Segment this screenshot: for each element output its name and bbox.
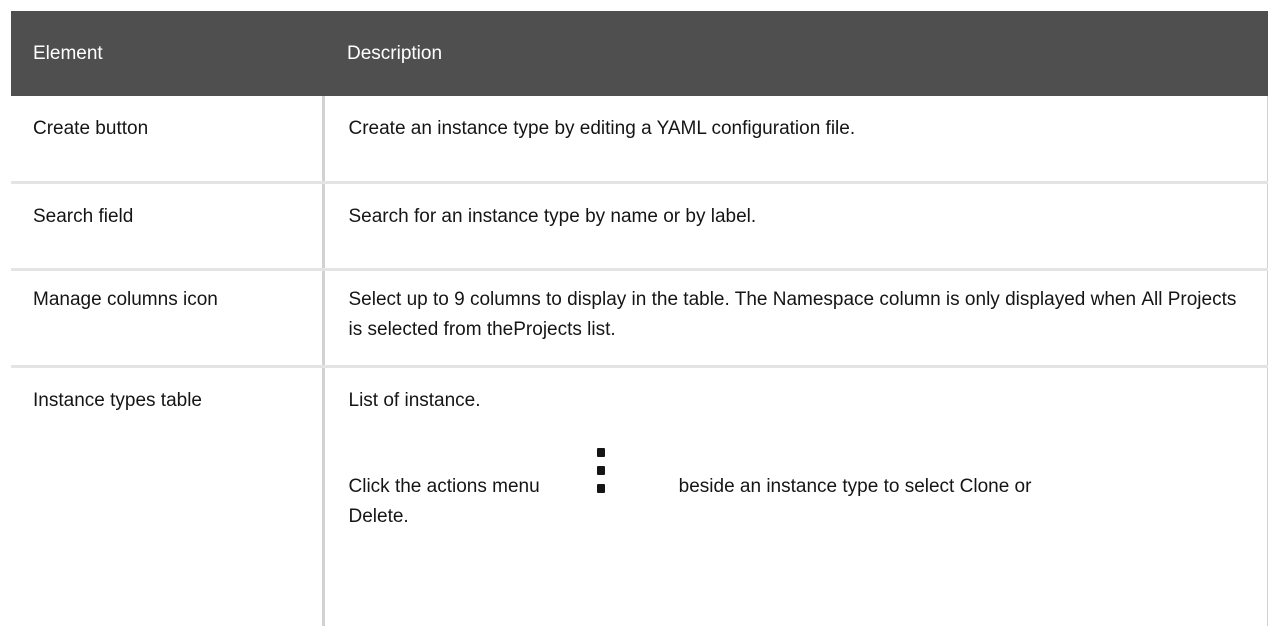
description-text: Select up to 9 columns to display in the… bbox=[348, 289, 773, 310]
element-name-suffix: icon bbox=[177, 289, 218, 310]
description-text: Click the actions menu bbox=[348, 476, 540, 497]
element-name: Instance types table bbox=[33, 390, 202, 411]
element-name-suffix: button bbox=[90, 118, 149, 139]
description-text: column is only displayed when bbox=[874, 289, 1142, 310]
description-text: or bbox=[1009, 476, 1032, 497]
description-cell: Search for an instance type by name or b… bbox=[323, 182, 1268, 271]
element-cell: Instance types table bbox=[11, 366, 325, 626]
namespace-term: Namespace bbox=[772, 289, 875, 310]
element-cell: Manage columns icon bbox=[11, 269, 325, 368]
table-row: Instance types table List of instance. C… bbox=[11, 366, 1268, 626]
column-header-element: Element bbox=[11, 11, 323, 96]
instance-types-reference-table: Element Description Create button Create… bbox=[11, 11, 1268, 628]
all-projects-term: All Projects bbox=[1141, 289, 1237, 310]
description-text: beside an instance type to select bbox=[678, 476, 960, 497]
description-text: Search for an instance type by name or b… bbox=[348, 206, 757, 227]
element-name-bold: Manage columns bbox=[33, 289, 178, 310]
table-row: Create button Create an instance type by… bbox=[11, 96, 1268, 184]
element-name: Search field bbox=[33, 206, 134, 227]
description-cell: Create an instance type by editing a YAM… bbox=[323, 96, 1268, 184]
description-cell: Select up to 9 columns to display in the… bbox=[323, 269, 1268, 368]
element-name-bold: Create bbox=[33, 118, 91, 139]
table-body: Create button Create an instance type by… bbox=[11, 96, 1268, 626]
table-header: Element Description bbox=[11, 11, 1268, 96]
column-header-description: Description bbox=[323, 11, 1268, 96]
description-text: list. bbox=[581, 319, 616, 340]
description-text: . bbox=[403, 506, 409, 527]
description-cell: List of instance. Click the actions menu… bbox=[323, 366, 1268, 626]
table-row: Search field Search for an instance type… bbox=[11, 182, 1268, 271]
description-text: Create an instance type by editing a YAM… bbox=[348, 118, 856, 139]
description-paragraph: List of instance. bbox=[348, 390, 481, 411]
element-cell: Create button bbox=[11, 96, 325, 184]
description-paragraph: Click the actions menu beside an instance… bbox=[348, 448, 1243, 532]
kebab-icon bbox=[593, 448, 609, 498]
reference-table: Element Description Create button Create… bbox=[11, 11, 1268, 626]
delete-term: Delete bbox=[348, 506, 404, 527]
header-row: Element Description bbox=[11, 11, 1268, 96]
clone-term: Clone bbox=[959, 476, 1010, 497]
projects-term: Projects bbox=[513, 319, 582, 340]
description-text: is selected from the bbox=[348, 319, 514, 340]
element-cell: Search field bbox=[11, 182, 325, 271]
table-row: Manage columns icon Select up to 9 colum… bbox=[11, 269, 1268, 368]
